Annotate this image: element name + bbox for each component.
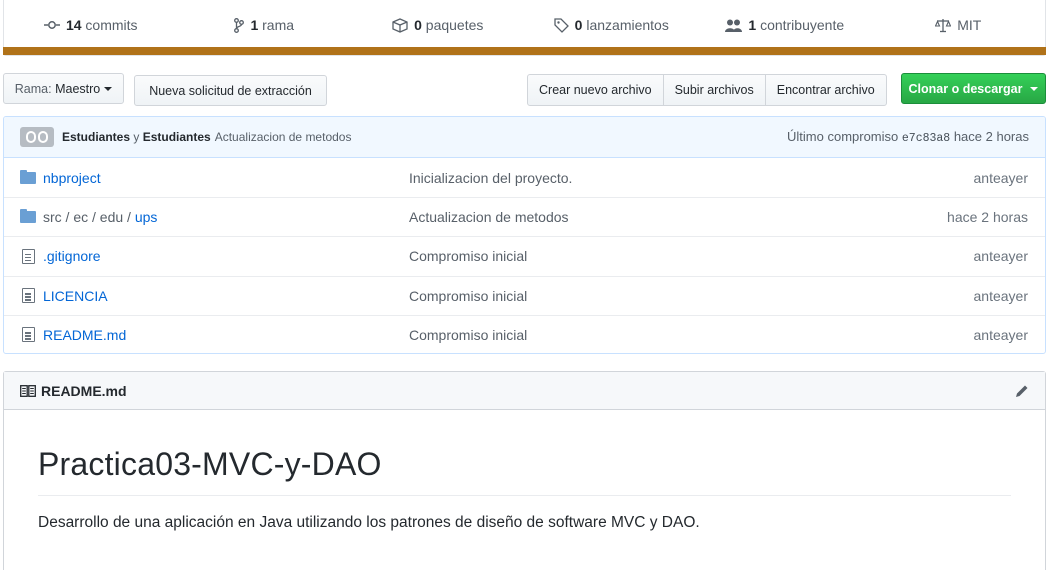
commit-icon: [43, 20, 60, 30]
releases-label: lanzamientos: [586, 17, 669, 33]
releases-count: 0: [574, 17, 583, 33]
clone-download-button[interactable]: Clonar o descargar: [901, 73, 1046, 104]
find-file-label: Encontrar archivo: [776, 83, 875, 97]
branch-name: Maestro: [55, 81, 101, 96]
file-commit-message[interactable]: Compromiso inicial: [409, 288, 974, 304]
tag-icon: [554, 17, 569, 33]
clone-download-label: Clonar o descargar: [908, 81, 1023, 96]
create-new-file-button[interactable]: Crear nuevo archivo: [527, 74, 664, 106]
file-commit-message[interactable]: Inicializacion del proyecto.: [409, 170, 974, 186]
book-icon: [20, 384, 36, 397]
path-prefix[interactable]: src / ec / edu /: [43, 209, 131, 225]
chevron-down-icon: [104, 86, 113, 91]
readme-content: Practica03-MVC-y-DAO Desarrollo de una a…: [4, 410, 1045, 532]
file-link[interactable]: nbproject: [43, 170, 101, 186]
file-link[interactable]: LICENCIA: [43, 288, 108, 304]
packages-count: 0: [414, 17, 422, 33]
create-new-file-label: Crear nuevo archivo: [539, 83, 652, 97]
file-age: anteayer: [973, 248, 1028, 265]
file-icon: [22, 288, 35, 304]
avatar[interactable]: [20, 127, 54, 147]
file-commit-message[interactable]: Compromiso inicial: [409, 248, 974, 264]
file-browser: Estudiantes y Estudiantes Actualizacion …: [3, 116, 1046, 354]
readme-filename: README.md: [41, 382, 127, 399]
upload-files-label: Subir archivos: [674, 83, 754, 97]
new-pull-request-button[interactable]: Nueva solicitud de extracción: [134, 75, 327, 106]
commit-author-1[interactable]: Estudiantes: [62, 130, 130, 144]
commit-author-2[interactable]: Estudiantes: [143, 130, 211, 144]
contributors-count: 1: [748, 17, 757, 33]
repo-summary-bar: 14 commits 1 rama 0 paquetes 0 lanzamien…: [3, 0, 1046, 56]
license-label: MIT: [957, 17, 982, 33]
branches-link[interactable]: 1 rama: [178, 17, 352, 33]
find-file-button[interactable]: Encontrar archivo: [764, 74, 887, 106]
new-pull-request-label: Nueva solicitud de extracción: [149, 83, 312, 98]
file-row: LICENCIA Compromiso inicial anteayer: [4, 275, 1045, 315]
commit-message[interactable]: Actualizacion de metodos: [215, 130, 352, 144]
latest-commit-bar: Estudiantes y Estudiantes Actualizacion …: [4, 117, 1045, 158]
file-age: anteayer: [973, 169, 1028, 186]
file-age: anteayer: [973, 326, 1028, 343]
folder-icon: [20, 169, 36, 184]
latest-commit-info: Último compromiso e7c83a8 hace 2 horas: [787, 129, 1029, 145]
file-row: .gitignore Compromiso inicial anteayer: [4, 236, 1045, 275]
contributors-link[interactable]: 1 contribuyente: [698, 17, 872, 33]
file-row: src / ec / edu / ups Actualizacion de me…: [4, 197, 1045, 236]
file-age: hace 2 horas: [947, 209, 1028, 226]
file-commit-message[interactable]: Actualizacion de metodos: [409, 209, 947, 225]
releases-link[interactable]: 0 lanzamientos: [525, 17, 699, 33]
file-row: README.md Compromiso inicial anteayer: [4, 314, 1045, 353]
branch-icon: [234, 17, 245, 33]
readme-description: Desarrollo de una aplicación en Java uti…: [38, 514, 700, 531]
branches-label: rama: [262, 17, 295, 33]
commits-link[interactable]: 14 commits: [4, 17, 178, 33]
file-actions-group: Crear nuevo archivo Subir archivos Encon…: [527, 74, 887, 106]
folder-icon: [20, 209, 36, 224]
file-age: anteayer: [973, 287, 1028, 304]
pencil-icon[interactable]: [1015, 384, 1029, 398]
readme-header: README.md: [4, 372, 1045, 410]
package-icon: [392, 17, 408, 33]
branch-prefix: Rama:: [14, 81, 52, 96]
language-bar: [3, 47, 1046, 55]
readme-panel: README.md Practica03-MVC-y-DAO Desarroll…: [3, 371, 1046, 570]
commit-conjunction: y: [133, 130, 140, 144]
commit-age: hace 2 horas: [953, 129, 1029, 144]
file-link[interactable]: ups: [135, 209, 158, 225]
file-icon: [22, 327, 35, 343]
file-commit-message[interactable]: Compromiso inicial: [409, 327, 974, 343]
commit-sha[interactable]: e7c83a8: [902, 132, 950, 145]
upload-files-button[interactable]: Subir archivos: [662, 74, 766, 106]
branch-select-button[interactable]: Rama: Maestro: [3, 73, 124, 104]
latest-commit-label: Último compromiso: [787, 129, 899, 144]
contributors-label: contribuyente: [760, 17, 845, 33]
readme-title: Practica03-MVC-y-DAO: [38, 446, 1011, 496]
file-link[interactable]: .gitignore: [43, 248, 101, 264]
commits-count: 14: [65, 17, 82, 33]
file-link[interactable]: README.md: [43, 327, 126, 343]
law-icon: [935, 18, 952, 33]
people-icon: [725, 19, 743, 32]
file-icon: [22, 248, 35, 264]
commits-label: commits: [85, 17, 138, 33]
branches-count: 1: [250, 17, 259, 33]
file-row: nbproject Inicializacion del proyecto. a…: [4, 158, 1045, 197]
license-link[interactable]: MIT: [872, 17, 1046, 33]
chevron-down-icon: [1030, 86, 1039, 91]
packages-link[interactable]: 0 paquetes: [351, 17, 525, 33]
packages-label: paquetes: [425, 17, 484, 33]
